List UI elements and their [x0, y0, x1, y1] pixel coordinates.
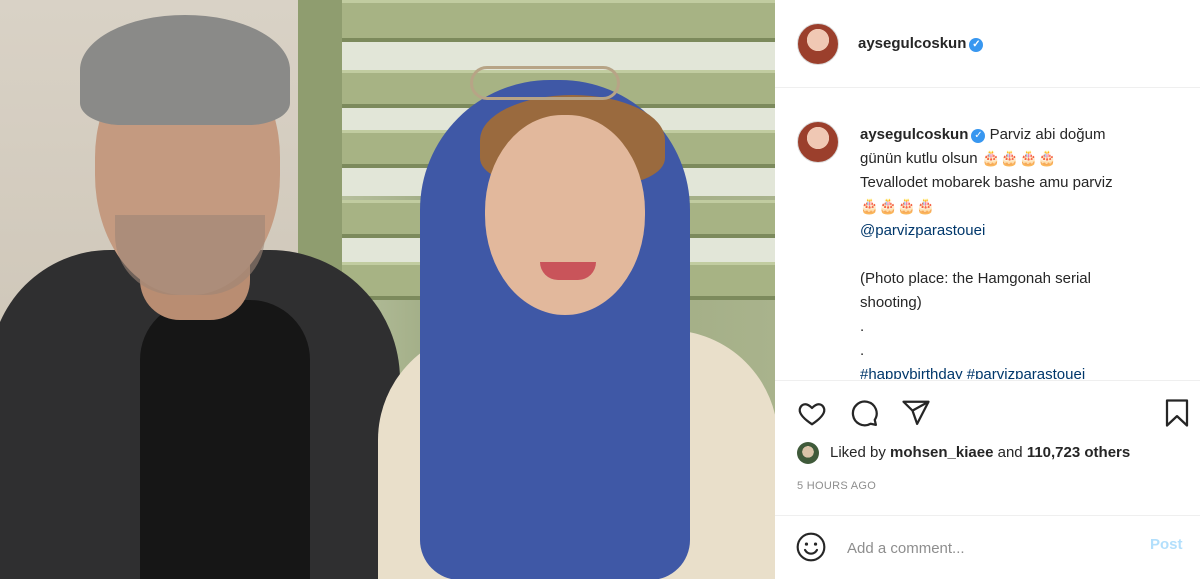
- comment-input[interactable]: [847, 536, 1127, 560]
- username-text[interactable]: aysegulcoskun: [858, 35, 966, 52]
- caption-line-1: aysegulcoskun ✓ Parviz abi doğum: [860, 123, 1165, 147]
- emoji-icon[interactable]: [795, 531, 827, 563]
- hashtag-links[interactable]: #happybirthday #parvizparastouei: [860, 363, 1165, 379]
- action-bar: [775, 392, 1200, 434]
- bookmark-icon: [1165, 399, 1189, 427]
- verified-badge-icon: ✓: [971, 129, 986, 143]
- likes-prefix: Liked by: [830, 444, 891, 461]
- post-side-panel: aysegulcoskun ✓ aysegulcoskun ✓ Parviz abi…: [775, 0, 1200, 579]
- avatar[interactable]: [797, 23, 839, 65]
- username-link[interactable]: aysegulcoskun ✓: [858, 35, 984, 52]
- share-icon: [902, 400, 930, 425]
- caption-line: [860, 243, 1165, 267]
- caption-line: Tevallodet mobarek bashe amu parviz: [860, 174, 1113, 191]
- likes-summary[interactable]: Liked by mohsen_kiaee and 110,723 others: [797, 442, 1197, 466]
- timestamp[interactable]: 5 HOURS AGO: [797, 480, 876, 492]
- man-hair: [80, 15, 290, 125]
- caption: aysegulcoskun ✓ Parviz abi doğum günün ku…: [860, 123, 1165, 379]
- comment-button[interactable]: [847, 396, 881, 430]
- verified-badge-icon: ✓: [969, 38, 984, 52]
- post-header: aysegulcoskun ✓: [775, 0, 1200, 88]
- caption-line: 🎂🎂🎂🎂: [860, 198, 935, 215]
- caption-line: .: [860, 342, 865, 359]
- liker-username[interactable]: mohsen_kiaee: [890, 444, 993, 461]
- sunglasses: [470, 66, 620, 100]
- save-button[interactable]: [1160, 396, 1194, 430]
- likes-text: Liked by mohsen_kiaee and 110,723 others: [830, 444, 1130, 461]
- mention-link[interactable]: @parvizparastouei: [860, 219, 1165, 243]
- liker-avatar[interactable]: [797, 442, 819, 464]
- caption-line: .: [860, 318, 865, 335]
- likes-count[interactable]: 110,723 others: [1027, 444, 1130, 461]
- caption-text: Parviz abi doğum: [989, 126, 1106, 143]
- post-photo[interactable]: [0, 0, 775, 579]
- like-button[interactable]: [795, 396, 829, 430]
- caption-line: (Photo place: the Hamgonah serial: [860, 270, 1091, 287]
- likes-middle: and: [993, 444, 1027, 461]
- post-comment-button[interactable]: Post: [1150, 536, 1183, 553]
- woman-face: [485, 115, 645, 315]
- heart-icon: [798, 403, 826, 426]
- caption-username[interactable]: aysegulcoskun: [860, 126, 968, 143]
- caption-line: günün kutlu olsun 🎂🎂🎂🎂: [860, 150, 1057, 167]
- caption-line: shooting): [860, 294, 922, 311]
- divider: [775, 380, 1200, 381]
- comment-bar: Post: [775, 515, 1200, 579]
- caption-area[interactable]: aysegulcoskun ✓ Parviz abi doğum günün ku…: [775, 89, 1200, 379]
- share-button[interactable]: [899, 396, 933, 430]
- avatar[interactable]: [797, 121, 839, 163]
- comment-icon: [851, 400, 878, 427]
- man-shirt: [140, 300, 310, 579]
- wood-slat: [340, 0, 775, 42]
